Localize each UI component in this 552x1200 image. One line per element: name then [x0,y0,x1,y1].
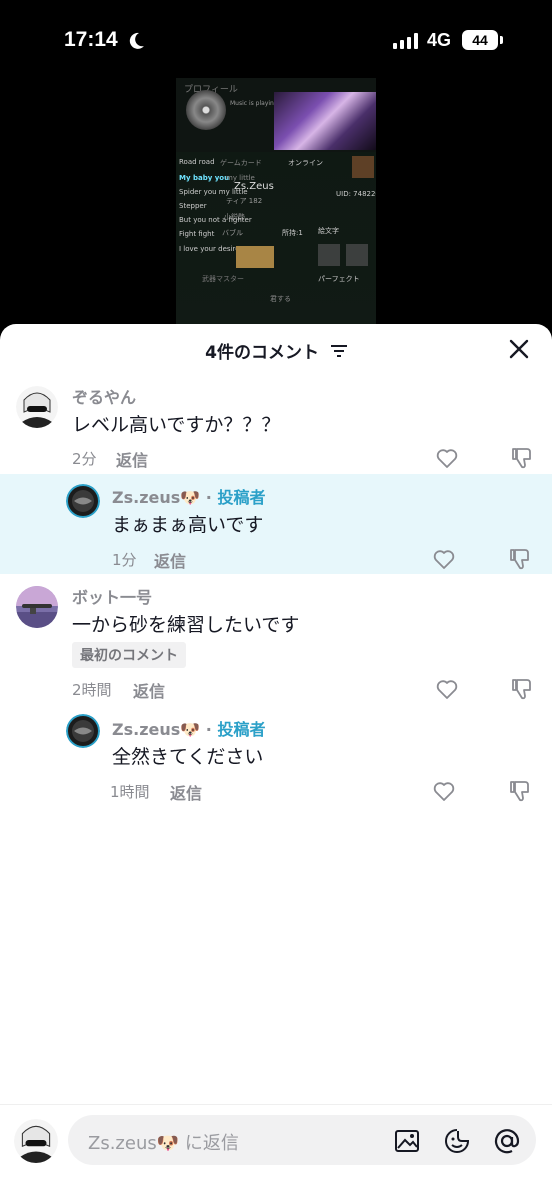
video-character-art [274,92,376,150]
comment-time: 1時間 [110,783,150,801]
video-possessed: 所持:1 [282,229,303,237]
music-disc-icon [186,90,226,130]
comment-author[interactable]: ボット一号 [72,584,152,608]
reply-button[interactable]: 返信 [133,678,165,702]
screen: 17:14 4G 44 プロフィール Music is playing Road… [0,0,552,1200]
first-comment-tag: 最初のコメント [72,642,186,668]
comment-author[interactable]: Zs.zeus🐶 · 投稿者 [112,484,265,508]
moon-icon [129,32,144,49]
video-lyric: Road road [179,158,215,166]
comment-time: 2分 [72,450,97,468]
video-music-text: Music is playing [230,100,278,107]
comment-sheet: 4件のコメント ぞるやん レベル高いですか？？？ 2分 返信 Zs.zeus🐶 … [0,324,552,1200]
comment-item: ボット一号 一から砂を練習したいです 最初のコメント 2時間 返信 [0,574,552,704]
reply-button[interactable]: 返信 [170,780,202,804]
video-item-chip [346,244,368,266]
comment-reply-item: Zs.zeus🐶 · 投稿者 全然きてください 1時間 返信 [0,704,552,804]
battery-icon: 44 [462,30,503,50]
video-rank-badge [352,156,374,178]
video-level: ティア 182 [226,197,263,205]
my-avatar [14,1119,58,1163]
reply-button[interactable]: 返信 [116,447,148,471]
status-time: 17:14 [64,28,118,51]
heart-icon[interactable] [435,677,459,701]
reply-input-placeholder: Zs.zeus🐶 に返信 [88,1133,239,1154]
comment-author[interactable]: ぞるやん [72,384,136,408]
video-emoji-label: 絵文字 [318,227,339,235]
comment-reply-item: Zs.zeus🐶 · 投稿者 まぁまぁ高いです 1分 返信 [0,474,552,574]
creator-separator: · [205,488,212,507]
author-name: Zs.zeus🐶 [112,720,201,739]
video-item-chip [318,244,340,266]
sheet-header: 4件のコメント [0,324,552,376]
comment-author[interactable]: Zs.zeus🐶 · 投稿者 [112,716,265,740]
avatar[interactable] [16,386,58,428]
thumbs-down-icon[interactable] [510,677,534,701]
comment-text: レベル高いですか？？？ [72,414,281,436]
sheet-title: 4件のコメント [0,338,552,363]
heart-icon[interactable] [432,547,456,571]
video-lyric: Fight fight [179,230,215,238]
network-type: 4G [427,30,452,50]
video-perfect: パーフェクト [318,275,360,283]
video-lyric: Stepper [179,202,207,210]
video-game-card: ゲームカード [220,159,262,167]
video-lyric: But you not a fighter [179,216,252,224]
video-preview[interactable]: プロフィール Music is playing Road road ゲームカード… [176,78,376,326]
filter-icon[interactable] [330,344,347,358]
signal-icon [393,33,418,49]
emoji-icon[interactable] [444,1128,470,1154]
heart-icon[interactable] [432,779,456,803]
comment-text: 一から砂を練習したいです [72,614,300,636]
reply-button[interactable]: 返信 [154,548,186,572]
at-icon[interactable] [494,1128,520,1154]
heart-icon[interactable] [435,446,459,470]
close-icon[interactable] [508,338,530,360]
video-lyric: I love your desire [179,245,240,253]
thumbs-down-icon[interactable] [510,446,534,470]
video-footer-text: 君する [270,295,291,303]
video-mastery: 武器マスター [202,275,244,283]
avatar[interactable] [66,714,100,748]
comment-text: 全然きてください [112,746,264,768]
thumbs-down-icon[interactable] [508,779,532,803]
comment-time: 1分 [112,551,137,569]
thumbs-down-icon[interactable] [508,547,532,571]
creator-badge: 投稿者 [217,720,266,739]
image-icon[interactable] [394,1128,420,1154]
video-lyric: My baby you [179,174,230,182]
video-lyric: Spider you my little [179,188,248,196]
video-gold-item [236,246,274,268]
reply-bar: Zs.zeus🐶 に返信 [0,1104,552,1200]
video-uid: UID: 7482206 [336,190,376,198]
comment-text: まぁまぁ高いです [112,514,264,536]
status-bar: 17:14 4G 44 [0,0,552,80]
comment-time: 2時間 [72,681,112,699]
avatar[interactable] [66,484,100,518]
comment-item: ぞるやん レベル高いですか？？？ 2分 返信 [0,376,552,474]
comment-count-title: 4件のコメント [205,343,319,363]
creator-badge: 投稿者 [217,488,266,507]
video-online: オンライン [288,159,323,167]
creator-separator: · [205,720,212,739]
avatar[interactable] [16,586,58,628]
video-bubble: バブル [222,229,243,237]
author-name: Zs.zeus🐶 [112,488,201,507]
